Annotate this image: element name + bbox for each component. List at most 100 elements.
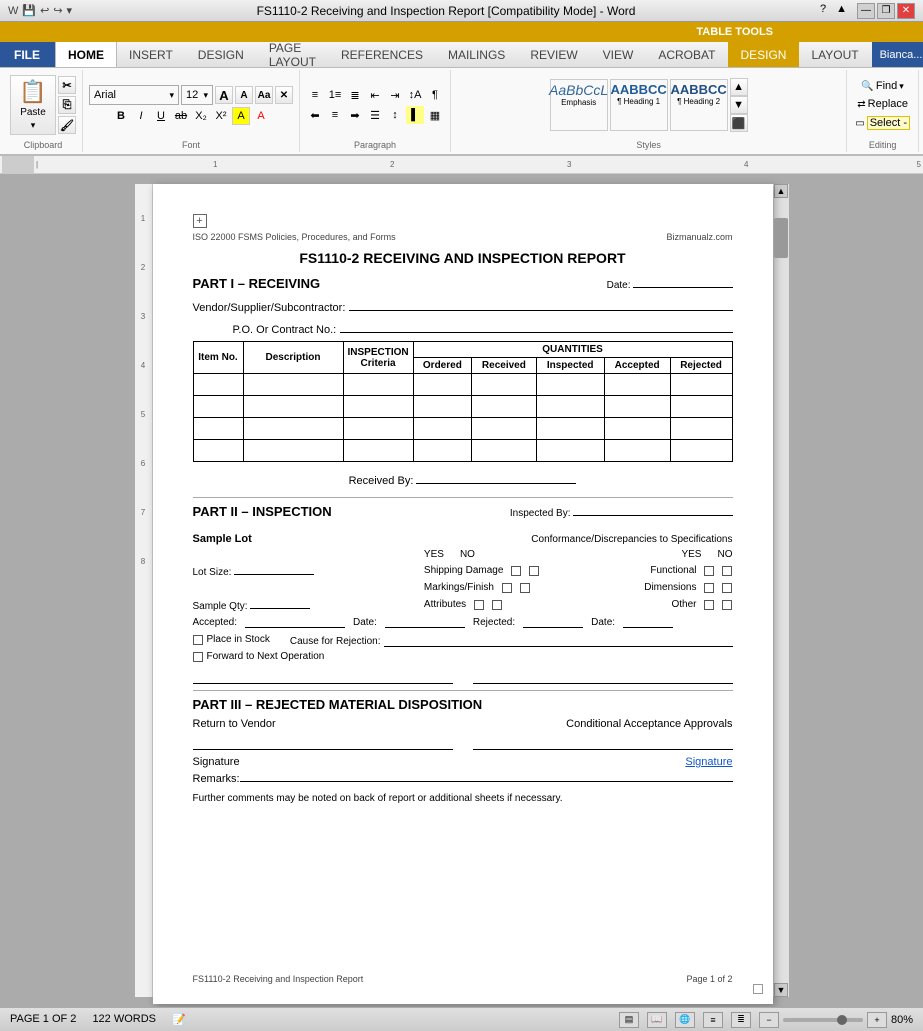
scroll-thumb[interactable] bbox=[774, 218, 788, 258]
vendor-value[interactable] bbox=[349, 297, 732, 311]
vertical-scrollbar[interactable]: ▲ ▼ bbox=[773, 184, 789, 997]
multilevel-button[interactable]: ≣ bbox=[346, 86, 364, 104]
minimize-btn[interactable]: — bbox=[857, 3, 875, 19]
font-color-button[interactable]: A bbox=[252, 107, 270, 125]
shipping-damage-no-cb[interactable] bbox=[529, 566, 539, 576]
bullets-button[interactable]: ≡ bbox=[306, 86, 324, 104]
tab-page-layout[interactable]: PAGE LAYOUT bbox=[257, 42, 329, 67]
italic-button[interactable]: I bbox=[132, 107, 150, 125]
tab-file[interactable]: FILE bbox=[0, 42, 55, 67]
cell-recv-2[interactable] bbox=[472, 396, 537, 418]
styles-scroll-down[interactable]: ▼ bbox=[730, 96, 748, 114]
format-painter-button[interactable]: 🖌 bbox=[58, 116, 76, 134]
signature-link[interactable]: Signature bbox=[685, 756, 732, 768]
full-reading-btn[interactable]: 📖 bbox=[647, 1012, 667, 1028]
style-heading1[interactable]: AABBCC ¶ Heading 1 bbox=[610, 79, 668, 131]
help-btn[interactable]: ? bbox=[820, 3, 826, 19]
quick-access-save[interactable]: 💾 bbox=[22, 4, 36, 17]
ribbon-toggle[interactable]: ▲ bbox=[836, 3, 847, 19]
cell-insp-3[interactable] bbox=[343, 418, 413, 440]
attributes-yes-cb[interactable] bbox=[474, 600, 484, 610]
align-center-button[interactable]: ≡ bbox=[326, 106, 344, 124]
place-in-stock-cb[interactable] bbox=[193, 635, 203, 645]
sort-button[interactable]: ↕A bbox=[406, 86, 424, 104]
cell-desc-3[interactable] bbox=[243, 418, 343, 440]
add-content-button[interactable]: + bbox=[193, 214, 207, 228]
paste-button[interactable]: 📋 Paste ▾ bbox=[10, 75, 56, 135]
rejected-date-value[interactable] bbox=[623, 616, 673, 628]
cell-insp-qty-4[interactable] bbox=[536, 440, 604, 462]
quick-access-undo[interactable]: ↩ bbox=[40, 4, 49, 17]
dimensions-yes-cb[interactable] bbox=[704, 583, 714, 593]
cell-accept-4[interactable] bbox=[604, 440, 670, 462]
cell-insp-1[interactable] bbox=[343, 374, 413, 396]
cell-recv-3[interactable] bbox=[472, 418, 537, 440]
sample-qty-value[interactable] bbox=[250, 597, 310, 609]
tab-home[interactable]: HOME bbox=[55, 42, 117, 67]
received-by-value[interactable] bbox=[416, 472, 576, 484]
cell-ord-4[interactable] bbox=[413, 440, 471, 462]
font-name-selector[interactable]: Arial ▾ bbox=[89, 85, 179, 105]
lot-size-value[interactable] bbox=[234, 563, 314, 575]
shading-button[interactable]: ▌ bbox=[406, 106, 424, 124]
decrease-indent-button[interactable]: ⇤ bbox=[366, 86, 384, 104]
tab-design[interactable]: DESIGN bbox=[186, 42, 257, 67]
align-left-button[interactable]: ⬅ bbox=[306, 106, 324, 124]
strikethrough-button[interactable]: ab bbox=[172, 107, 190, 125]
tab-insert[interactable]: INSERT bbox=[117, 42, 186, 67]
find-arrow[interactable]: ▾ bbox=[899, 81, 904, 92]
subscript-button[interactable]: X₂ bbox=[192, 107, 210, 125]
draft-btn[interactable]: ≣ bbox=[731, 1012, 751, 1028]
tab-references[interactable]: REFERENCES bbox=[329, 42, 436, 67]
style-heading2[interactable]: AABBCC ¶ Heading 2 bbox=[670, 79, 728, 131]
cell-accept-3[interactable] bbox=[604, 418, 670, 440]
tab-review[interactable]: REVIEW bbox=[518, 42, 590, 67]
functional-yes-cb[interactable] bbox=[704, 566, 714, 576]
cell-recv-4[interactable] bbox=[472, 440, 537, 462]
superscript-button[interactable]: X² bbox=[212, 107, 230, 125]
cell-insp-4[interactable] bbox=[343, 440, 413, 462]
accepted-value[interactable] bbox=[245, 616, 345, 628]
cell-item-no-3[interactable] bbox=[193, 418, 243, 440]
zoom-in-btn[interactable]: + bbox=[867, 1012, 887, 1028]
close-btn[interactable]: ✕ bbox=[897, 3, 915, 19]
scroll-down-btn[interactable]: ▼ bbox=[774, 983, 788, 997]
numbering-button[interactable]: 1≡ bbox=[326, 86, 344, 104]
cut-button[interactable]: ✂ bbox=[58, 76, 76, 94]
accepted-date-value[interactable] bbox=[385, 616, 465, 628]
rejected-value[interactable] bbox=[523, 616, 583, 628]
other-yes-cb[interactable] bbox=[704, 600, 714, 610]
font-size-selector[interactable]: 12 ▾ bbox=[181, 85, 213, 105]
cell-ord-2[interactable] bbox=[413, 396, 471, 418]
cell-reject-3[interactable] bbox=[670, 418, 732, 440]
style-emphasis[interactable]: AaBbCcL Emphasis bbox=[550, 79, 608, 131]
cell-reject-4[interactable] bbox=[670, 440, 732, 462]
sig-line-right[interactable] bbox=[473, 668, 733, 684]
cell-item-no-1[interactable] bbox=[193, 374, 243, 396]
align-right-button[interactable]: ➡ bbox=[346, 106, 364, 124]
line-spacing-button[interactable]: ↕ bbox=[386, 106, 404, 124]
tab-layout[interactable]: LAYOUT bbox=[799, 42, 871, 67]
find-label[interactable]: Find bbox=[876, 80, 897, 92]
show-para-button[interactable]: ¶ bbox=[426, 86, 444, 104]
remarks-value[interactable] bbox=[240, 770, 733, 782]
styles-more[interactable]: ⬛ bbox=[730, 114, 748, 132]
print-layout-btn[interactable]: ▤ bbox=[619, 1012, 639, 1028]
cause-value[interactable] bbox=[384, 635, 732, 647]
cell-accept-2[interactable] bbox=[604, 396, 670, 418]
underline-button[interactable]: U bbox=[152, 107, 170, 125]
sig-line-left[interactable] bbox=[193, 668, 453, 684]
justify-button[interactable]: ☰ bbox=[366, 106, 384, 124]
cell-recv-1[interactable] bbox=[472, 374, 537, 396]
dimensions-no-cb[interactable] bbox=[722, 583, 732, 593]
styles-scroll-up[interactable]: ▲ bbox=[730, 78, 748, 96]
cell-item-no-2[interactable] bbox=[193, 396, 243, 418]
cell-item-no-4[interactable] bbox=[193, 440, 243, 462]
cell-desc-2[interactable] bbox=[243, 396, 343, 418]
replace-label[interactable]: Replace bbox=[868, 98, 908, 110]
increase-indent-button[interactable]: ⇥ bbox=[386, 86, 404, 104]
cell-desc-4[interactable] bbox=[243, 440, 343, 462]
quick-access-redo[interactable]: ↪ bbox=[53, 4, 62, 17]
restore-btn[interactable]: ❐ bbox=[877, 3, 895, 19]
markings-yes-cb[interactable] bbox=[502, 583, 512, 593]
